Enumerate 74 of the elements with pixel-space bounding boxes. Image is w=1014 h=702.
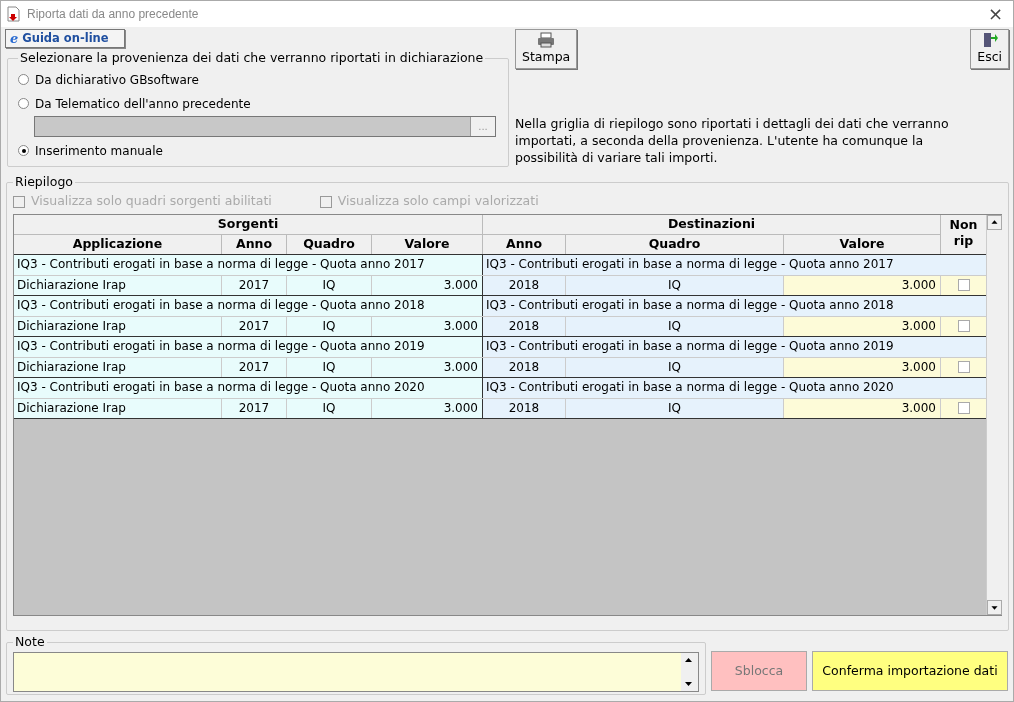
radio-button[interactable] xyxy=(18,74,29,86)
group-title: Selezionare la provenienza dei dati che verranno riportati in dichiarazione xyxy=(19,49,485,67)
value-input-cell[interactable]: 3.000 xyxy=(784,275,941,295)
table-cell: IQ3 - Contributi erogati in base a norma di legge - Quota anno 2018 xyxy=(14,295,483,316)
exit-door-icon xyxy=(981,31,998,48)
column-header: Quadro xyxy=(287,234,372,254)
radio-option[interactable]: Inserimento manuale xyxy=(18,138,163,163)
confirm-button[interactable]: Conferma importazione dati xyxy=(812,651,1008,691)
table-cell: IQ xyxy=(566,357,784,377)
table-cell: Dichiarazione Irap xyxy=(14,357,222,377)
radio-button[interactable] xyxy=(18,145,29,157)
column-header: Quadro xyxy=(566,234,784,254)
browser-icon: e xyxy=(10,32,19,45)
table-cell: Dichiarazione Irap xyxy=(14,398,222,418)
printer-icon xyxy=(537,31,556,48)
column-group-header: Sorgenti xyxy=(14,214,483,235)
radio-button[interactable] xyxy=(18,98,29,110)
table-cell: IQ xyxy=(566,275,784,295)
column-header: Valore xyxy=(372,234,483,254)
radio-option[interactable]: Da dichiarativo GBsoftware xyxy=(18,67,199,92)
column-group-header: Destinazioni xyxy=(483,214,941,235)
group-title: Riepilogo xyxy=(14,173,74,191)
table-cell: 2018 xyxy=(483,398,566,418)
row-checkbox[interactable] xyxy=(957,402,970,415)
table-cell: Dichiarazione Irap xyxy=(14,316,222,336)
table-cell: 2018 xyxy=(483,357,566,377)
column-header: Valore xyxy=(784,234,941,254)
value-input-cell[interactable]: 3.000 xyxy=(784,398,941,418)
table-cell: 2017 xyxy=(222,398,287,418)
table-cell: IQ3 - Contributi erogati in base a norma di legge - Quota anno 2017 xyxy=(483,254,986,275)
vertical-scrollbar[interactable] xyxy=(986,214,1002,615)
column-header: Anno xyxy=(222,234,287,254)
table-cell: IQ xyxy=(287,398,372,418)
close-button[interactable]: × xyxy=(983,5,1007,23)
table-cell: IQ xyxy=(287,357,372,377)
table-cell: IQ3 - Contributi erogati in base a norma di legge - Quota anno 2017 xyxy=(14,254,483,275)
table-cell: IQ3 - Contributi erogati in base a norma di legge - Quota anno 2019 xyxy=(14,336,483,357)
table-cell: IQ xyxy=(566,316,784,336)
value-input-cell[interactable]: 3.000 xyxy=(784,316,941,336)
print-button[interactable]: Stampa xyxy=(515,29,578,69)
exit-button[interactable]: Esci xyxy=(970,29,1009,69)
table-cell: 3.000 xyxy=(372,316,483,336)
row-checkbox[interactable] xyxy=(957,279,970,292)
table-cell: IQ xyxy=(287,316,372,336)
group-title: Note xyxy=(14,633,46,651)
table-cell: 2018 xyxy=(483,275,566,295)
window-title: Riporta dati da anno precedente xyxy=(27,6,199,23)
table-cell: IQ xyxy=(566,398,784,418)
note-field[interactable] xyxy=(13,651,699,692)
radio-option[interactable]: Da Telematico dell'anno precedente xyxy=(18,91,251,116)
column-header: Applicazione xyxy=(14,234,222,254)
table-cell: 2018 xyxy=(483,316,566,336)
table-cell: IQ3 - Contributi erogati in base a norma di legge - Quota anno 2020 xyxy=(483,377,986,398)
document-icon xyxy=(7,6,21,22)
table-cell: 2017 xyxy=(222,275,287,295)
help-button[interactable]: e Guida on-line xyxy=(5,29,125,48)
info-text: Nella griglia di riepilogo sono riportati i dettagli dei dati che verranno importati, a seconda della provenienza. L'utente ha comunque la possibilità di variare tali importi. xyxy=(515,115,950,166)
table-cell: IQ xyxy=(287,275,372,295)
table-cell: IQ3 - Contributi erogati in base a norma di legge - Quota anno 2018 xyxy=(483,295,986,316)
value-input-cell[interactable]: 3.000 xyxy=(784,357,941,377)
table-cell: 3.000 xyxy=(372,357,483,377)
table-cell: Dichiarazione Irap xyxy=(14,275,222,295)
table-cell: 2017 xyxy=(222,357,287,377)
scroll-down-icon[interactable] xyxy=(987,599,1002,615)
table-cell: 2017 xyxy=(222,316,287,336)
table-cell: IQ3 - Contributi erogati in base a norma di legge - Quota anno 2019 xyxy=(483,336,986,357)
table-cell: 3.000 xyxy=(372,398,483,418)
column-header: Non rip xyxy=(948,215,979,250)
scroll-up-icon[interactable] xyxy=(987,214,1002,230)
table-cell: IQ3 - Contributi erogati in base a norma di legge - Quota anno 2020 xyxy=(14,377,483,398)
row-checkbox[interactable] xyxy=(957,320,970,333)
table-cell: 3.000 xyxy=(372,275,483,295)
row-checkbox[interactable] xyxy=(957,361,970,374)
column-header: Anno xyxy=(483,234,566,254)
